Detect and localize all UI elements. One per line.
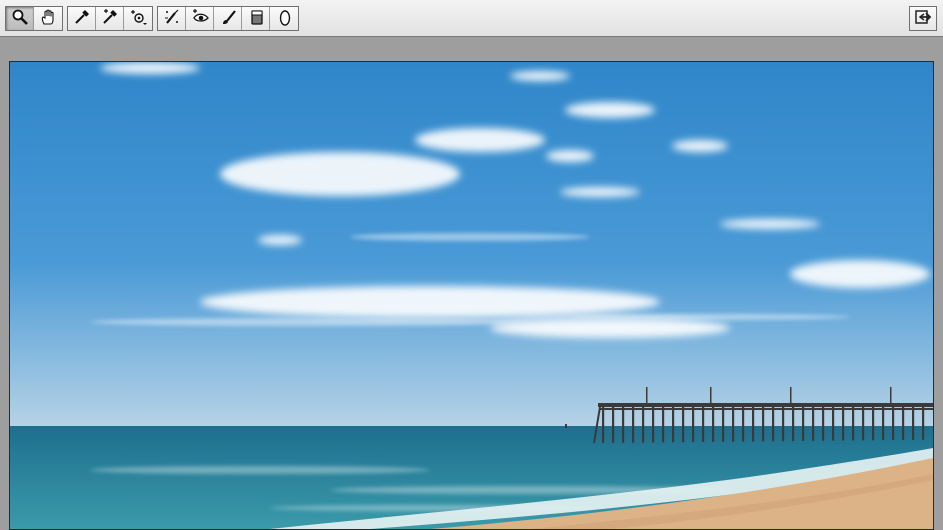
eyedropper-icon [73,8,91,30]
eye-icon [191,8,209,30]
adjustment-brush-tool[interactable] [214,7,242,30]
toggle-fullscreen-button[interactable] [909,6,937,31]
graduated-filter-tool[interactable] [242,7,270,30]
white-balance-tool[interactable] [68,7,96,30]
target-adjust-icon [129,8,147,30]
retouch-tools-group [157,6,299,31]
brush-icon [219,8,237,30]
magnifier-icon [11,8,29,30]
hand-icon [39,8,57,30]
spot-brush-icon [163,8,181,30]
gradient-rect-icon [247,8,265,30]
targeted-adjustment-tool[interactable] [124,7,152,30]
radial-filter-tool[interactable] [270,7,298,30]
hand-tool[interactable] [34,7,62,30]
sampling-tools-group [67,6,153,31]
eyedropper-plus-icon [101,8,119,30]
beach-pier-photo [10,62,933,529]
zoom-tool[interactable] [6,7,34,30]
toolbar [0,0,943,37]
navigation-tools-group [5,6,63,31]
ellipse-icon [275,8,293,30]
red-eye-tool[interactable] [186,7,214,30]
color-sampler-tool[interactable] [96,7,124,30]
sky [10,62,933,428]
photo-canvas[interactable] [9,61,934,530]
arrow-exit-icon [914,9,932,29]
spot-removal-tool[interactable] [158,7,186,30]
